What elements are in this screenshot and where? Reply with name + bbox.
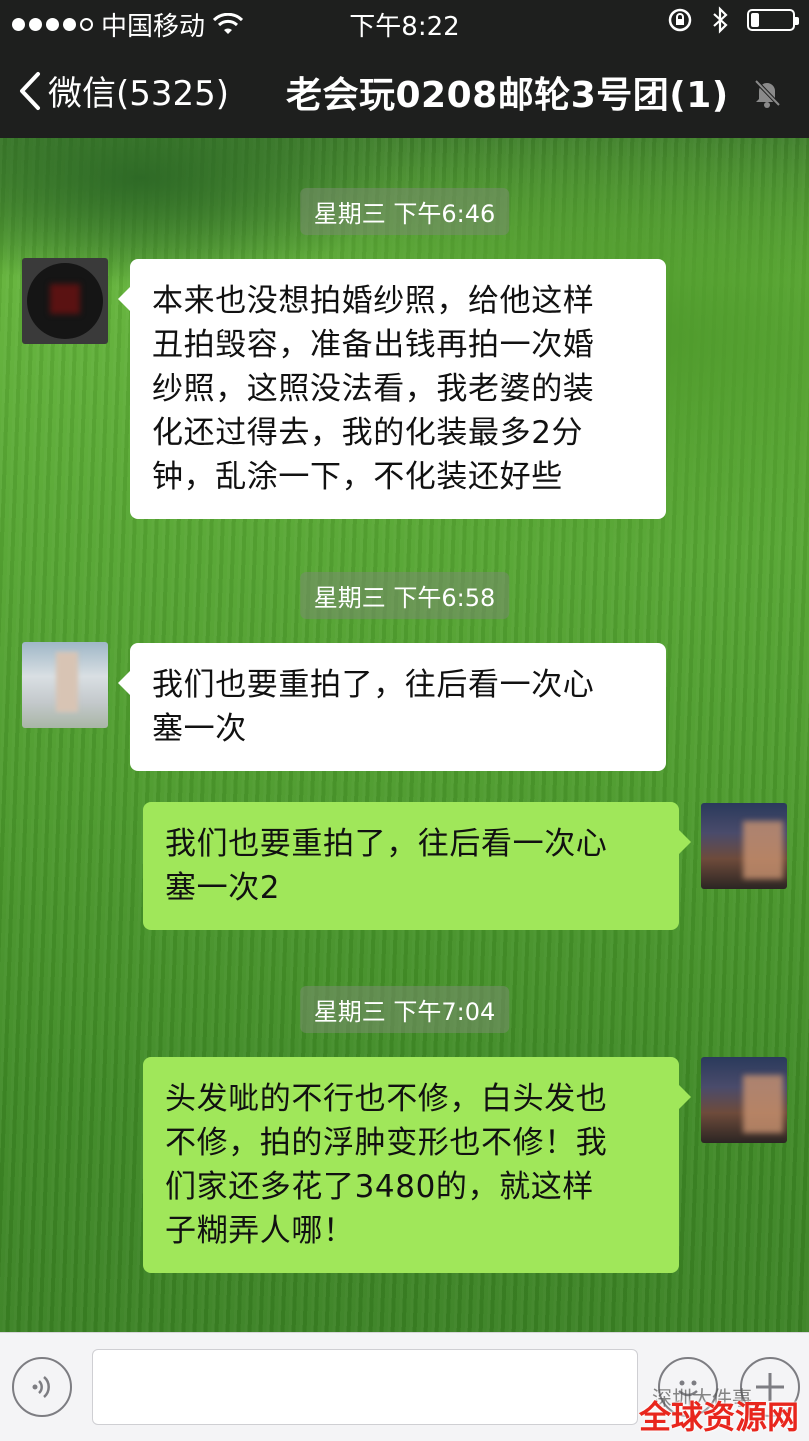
my-avatar[interactable]	[701, 1057, 787, 1143]
message-line: 子糊弄人哪！	[165, 1213, 355, 1249]
message-line: 头发呲的不行也不修，白头发也	[165, 1081, 608, 1117]
nav-bar: 微信(5325) 老会玩0208邮轮3号团(1)	[0, 44, 809, 138]
voice-icon	[32, 1376, 50, 1398]
message-line: 纱照，这照没法看，我老婆的装	[152, 371, 595, 407]
bluetooth-icon	[713, 6, 728, 34]
status-bar: 中国移动 下午8:22	[0, 0, 809, 44]
mute-bell-icon	[754, 79, 781, 108]
chat-area[interactable]: 星期三 下午6:46 本来也没想拍婚纱照，给他这样 丑拍毁容，准备出钱再拍一次婚…	[0, 138, 809, 1332]
battery-fill	[751, 13, 759, 27]
message-bubble[interactable]: 我们也要重拍了，往后看一次心 塞一次2	[143, 802, 691, 930]
timestamp: 星期三 下午6:46	[299, 188, 510, 235]
status-right	[667, 6, 799, 34]
avatar[interactable]	[22, 258, 108, 344]
timestamp: 星期三 下午6:58	[299, 572, 510, 619]
lock-rotation-icon	[668, 8, 692, 32]
message-line: 我们也要重拍了，往后看一次心	[165, 826, 608, 862]
message-line: 本来也没想拍婚纱照，给他这样	[152, 283, 595, 319]
message-bubble[interactable]: 我们也要重拍了，往后看一次心 塞一次	[118, 643, 666, 771]
message-line: 不修，拍的浮肿变形也不修！我	[165, 1125, 608, 1161]
back-label: 微信(5325)	[48, 74, 230, 114]
message-line: 们家还多花了3480的，就这样	[165, 1169, 594, 1205]
message-bubble[interactable]: 本来也没想拍婚纱照，给他这样 丑拍毁容，准备出钱再拍一次婚 纱照，这照没法看，我…	[118, 259, 666, 519]
message-line: 钟，乱涂一下，不化装还好些	[152, 459, 563, 495]
timestamp: 星期三 下午7:04	[299, 986, 510, 1033]
back-chevron-icon	[20, 71, 40, 110]
message-bubble[interactable]: 头发呲的不行也不修，白头发也 不修，拍的浮肿变形也不修！我 们家还多花了3480…	[143, 1057, 691, 1273]
message-line: 我们也要重拍了，往后看一次心	[152, 667, 595, 703]
watermark-site: 全球资源网	[638, 1398, 799, 1436]
message-line: 化还过得去，我的化装最多2分	[152, 415, 584, 451]
message-line: 塞一次	[152, 711, 247, 747]
avatar[interactable]	[22, 642, 108, 728]
my-avatar[interactable]	[701, 803, 787, 889]
chat-title[interactable]: 老会玩0208邮轮3号团(1)	[286, 66, 729, 118]
message-line: 丑拍毁容，准备出钱再拍一次婚	[152, 327, 595, 363]
message-input[interactable]	[92, 1349, 638, 1425]
voice-button[interactable]	[12, 1357, 72, 1417]
message-line: 塞一次2	[165, 870, 281, 906]
battery-icon	[747, 9, 799, 31]
back-button[interactable]: 微信(5325)	[18, 66, 229, 115]
